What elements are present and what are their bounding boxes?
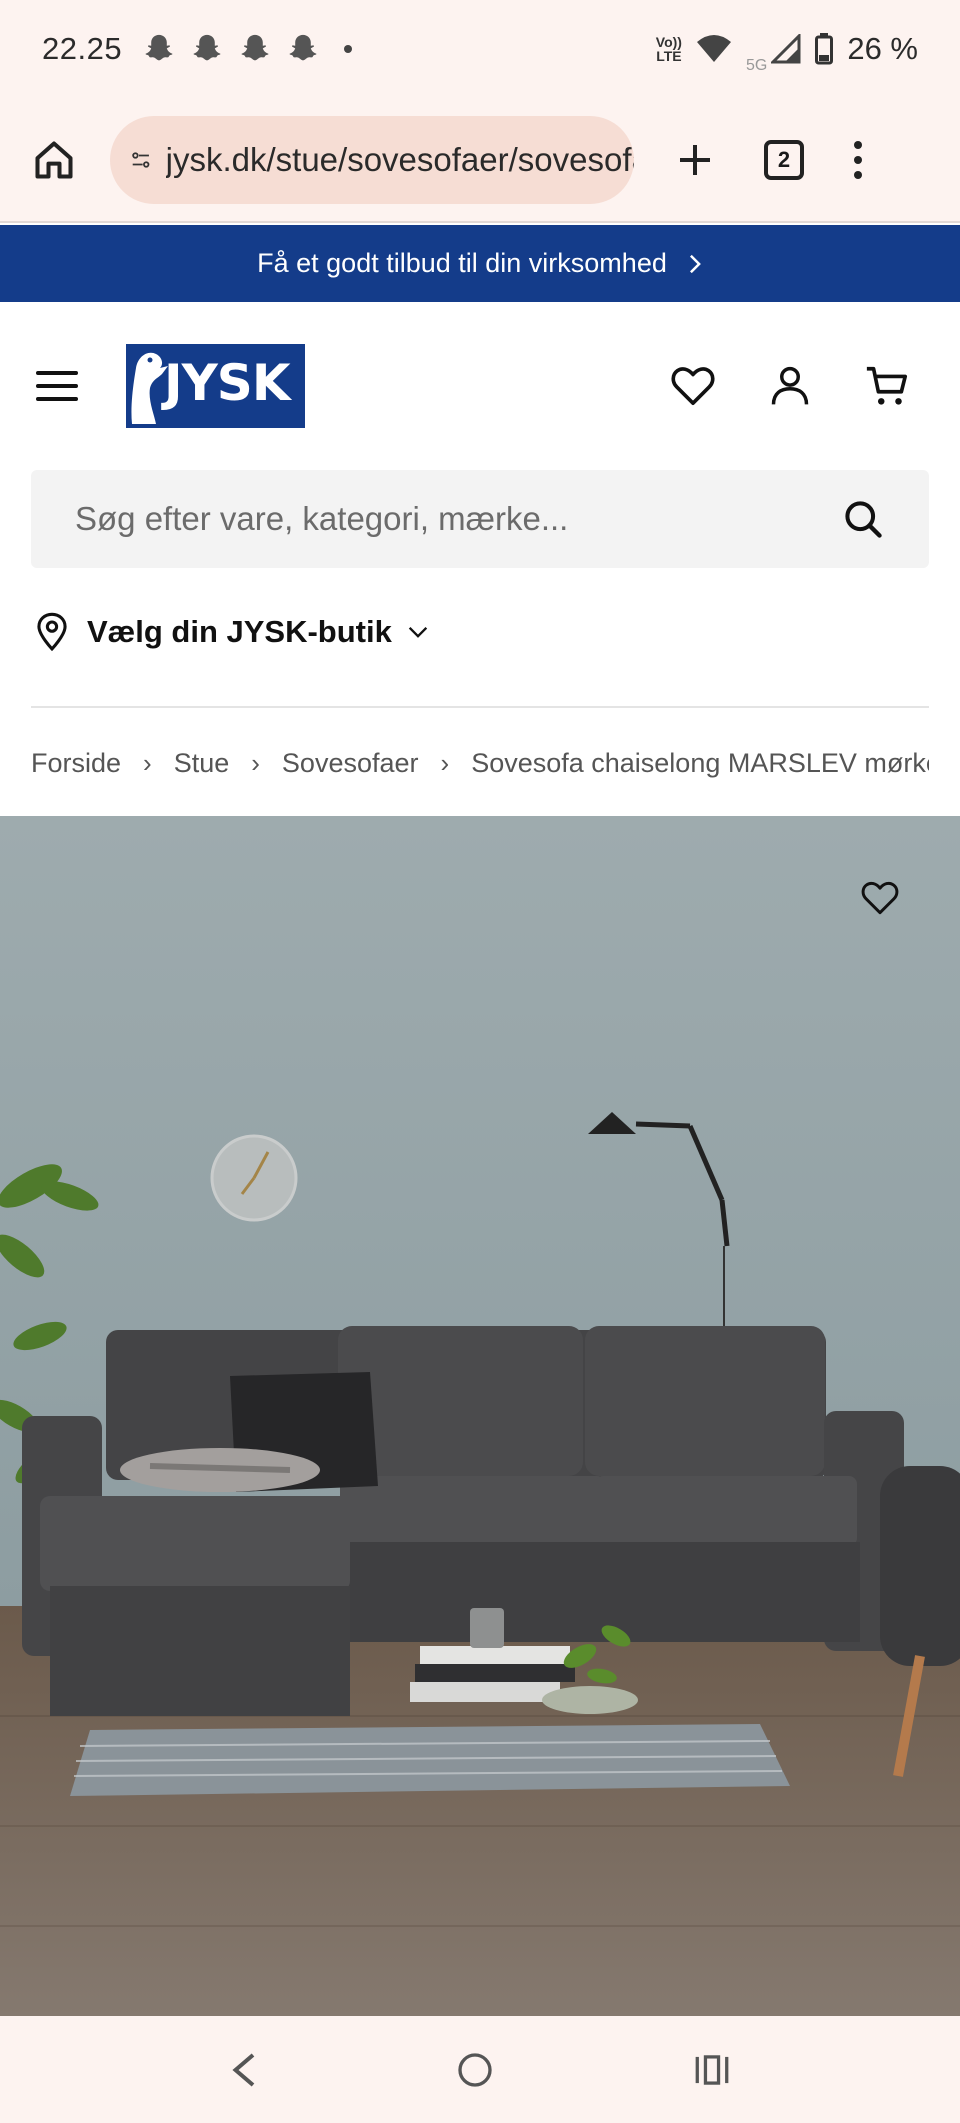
site-settings-icon[interactable]	[130, 142, 152, 178]
notification-icons	[142, 32, 353, 66]
address-bar[interactable]: jysk.dk/stue/sovesofaer/sovesofa-chaisel…	[110, 115, 634, 204]
breadcrumb-item-sovesofaer[interactable]: Sovesofaer	[282, 748, 419, 779]
plus-icon	[680, 144, 710, 175]
product-wishlist-button[interactable]	[860, 880, 900, 921]
chevron-right-icon: ›	[251, 748, 260, 778]
volte-top: Vo))	[655, 34, 682, 50]
location-pin-icon	[37, 612, 67, 652]
breadcrumb-item-forside[interactable]: Forside	[31, 748, 121, 779]
product-search[interactable]: Søg efter vare, kategori, mærke...	[31, 470, 929, 568]
status-indicators: Vo)) LTE 5G 26 %	[656, 23, 918, 75]
url-text: jysk.dk/stue/sovesofaer/sovesofa-chaisel…	[165, 140, 634, 178]
volte-icon: Vo)) LTE	[656, 35, 682, 63]
home-icon	[35, 140, 73, 179]
business-promo-banner[interactable]: Få et godt tilbud til din virksomhed	[0, 225, 960, 302]
divider	[31, 706, 929, 708]
menu-dot-icon	[854, 155, 862, 164]
menu-dot-icon	[854, 170, 862, 179]
browser-toolbar: jysk.dk/stue/sovesofaer/sovesofa-chaisel…	[0, 98, 960, 223]
back-icon[interactable]	[228, 2050, 258, 2090]
wishlist-heart-icon[interactable]	[670, 365, 716, 407]
menu-line-icon	[36, 371, 78, 375]
recent-apps-icon[interactable]	[692, 2052, 732, 2088]
home-button[interactable]	[26, 132, 82, 188]
sofa-room-illustration	[0, 816, 960, 2016]
account-icon[interactable]	[768, 363, 812, 409]
signal-icon	[771, 34, 801, 64]
jysk-logo[interactable]: JYSK	[126, 344, 305, 428]
promo-text: Få et godt tilbud til din virksomhed	[257, 248, 667, 278]
tab-switcher-button[interactable]: 2	[764, 139, 804, 180]
wifi-icon	[696, 35, 731, 62]
cart-icon[interactable]	[864, 363, 910, 409]
menu-button[interactable]	[36, 371, 78, 401]
breadcrumb-item-stue[interactable]: Stue	[174, 748, 230, 779]
breadcrumb: Forside › Stue › Sovesofaer › Sovesofa c…	[31, 748, 929, 779]
chevron-right-icon	[689, 254, 701, 273]
menu-line-icon	[36, 384, 78, 388]
heart-icon	[861, 881, 899, 915]
logo-text: JYSK	[164, 354, 291, 412]
browser-menu-button[interactable]	[848, 140, 868, 179]
chevron-down-icon	[408, 627, 428, 638]
site-header: JYSK	[0, 302, 960, 470]
status-bar: 22.25 Vo)) LTE 5G 26 %	[0, 0, 960, 98]
system-navigation-bar	[0, 2016, 960, 2123]
snapchat-icon	[193, 34, 221, 61]
battery-percent: 26 %	[847, 31, 918, 66]
chevron-right-icon: ›	[440, 748, 450, 778]
battery-icon	[815, 33, 834, 65]
new-tab-button[interactable]	[670, 135, 720, 185]
menu-line-icon	[36, 397, 78, 401]
network-type: 5G	[745, 57, 768, 74]
snapchat-icon	[241, 34, 269, 61]
search-icon[interactable]	[841, 497, 885, 541]
search-input[interactable]: Søg efter vare, kategori, mærke...	[75, 500, 568, 538]
store-label: Vælg din JYSK-butik	[87, 614, 392, 649]
volte-bottom: LTE	[656, 48, 682, 64]
header-actions	[670, 363, 910, 409]
snapchat-icon	[145, 34, 173, 61]
menu-dot-icon	[854, 140, 862, 149]
chevron-right-icon: ›	[143, 748, 152, 778]
snapchat-icon	[289, 34, 317, 61]
status-time: 22.25	[42, 31, 123, 66]
product-image[interactable]	[0, 816, 960, 2016]
more-notifications-dot	[344, 45, 353, 53]
breadcrumb-item-current: Sovesofa chaiselong MARSLEV mørkegrå	[471, 748, 929, 778]
home-circle-icon[interactable]	[455, 2050, 495, 2090]
store-selector[interactable]: Vælg din JYSK-butik	[33, 612, 428, 652]
